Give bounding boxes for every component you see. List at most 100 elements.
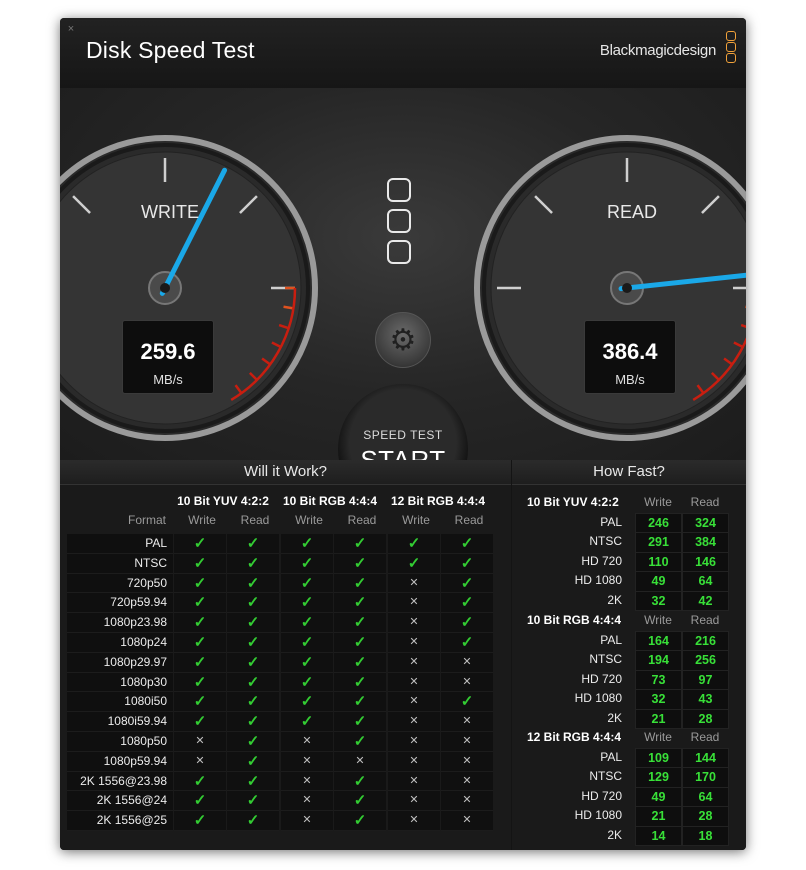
start-button-caption: SPEED TEST [363,428,443,442]
will-it-work-title: Will it Work? [60,460,511,485]
gear-icon[interactable]: ⚙ [375,312,431,368]
how-fast-column-header: Write [644,495,672,509]
ww-format-label: 2K 1556@25 [67,811,173,831]
blackmagic-logo-icon [726,31,738,64]
how-fast-format-label: NTSC [589,534,622,549]
checkmark-icon: ✓ [334,731,386,752]
how-fast-format-label: 2K [607,592,622,607]
ww-table-row: NTSC ✓ ✓ ✓ ✓ ✓ ✓ [67,553,494,574]
checkmark-icon: ✓ [334,811,386,831]
close-icon[interactable]: × [66,24,76,35]
how-fast-row: HD 720 110 146 [512,551,746,573]
cross-icon: ✕ [388,751,440,772]
checkmark-icon: ✓ [174,632,226,653]
how-fast-write-value: 164 [635,631,682,652]
how-fast-write-value: 14 [635,825,682,846]
checkmark-icon: ✓ [334,771,386,792]
write-speed-readout: 259.6 MB/s [122,320,214,394]
how-fast-group-name: 10 Bit RGB 4:4:4 [527,613,622,627]
how-fast-write-value: 21 [635,708,682,729]
cross-icon: ✕ [281,811,333,831]
ww-table-row: 1080i59.94 ✓ ✓ ✓ ✓ ✕ ✕ [67,712,494,732]
cross-icon: ✕ [281,751,333,772]
how-fast-write-value: 73 [635,669,682,691]
how-fast-row: HD 1080 21 28 [512,806,746,827]
checkmark-icon: ✓ [334,692,386,713]
how-fast-read-value: 42 [682,590,729,611]
cross-icon: ✕ [281,791,333,812]
checkmark-icon: ✓ [227,534,279,554]
how-fast-read-value: 324 [682,513,729,534]
checkmark-icon: ✓ [334,652,386,673]
how-fast-write-value: 109 [635,748,682,769]
checkmark-icon: ✓ [174,534,226,554]
ww-table-row: 2K 1556@24 ✓ ✓ ✕ ✓ ✕ ✕ [67,791,494,812]
how-fast-group-name: 10 Bit YUV 4:2:2 [527,495,619,509]
read-gauge [474,135,746,441]
cross-icon: ✕ [174,731,226,752]
how-fast-read-value: 144 [682,748,729,769]
how-fast-row: PAL 246 324 [512,513,746,534]
ww-column-header: Read [240,513,270,527]
ww-format-label: PAL [67,534,173,554]
ww-table-row: 1080p24 ✓ ✓ ✓ ✓ ✕ ✓ [67,632,494,653]
cross-icon: ✕ [441,751,493,772]
checkmark-icon: ✓ [227,811,279,831]
how-fast-column-header: Write [644,730,672,744]
cross-icon: ✕ [441,811,493,831]
checkmark-icon: ✓ [334,573,386,594]
how-fast-write-value: 21 [635,806,682,827]
read-speed-value: 386.4 [602,339,658,364]
read-speed-unit: MB/s [615,372,645,387]
how-fast-read-value: 64 [682,571,729,592]
ww-group-header: 10 Bit YUV 4:2:2 [177,494,269,508]
how-fast-panel: How Fast? 10 Bit YUV 4:2:2 Write Read PAL 24… [512,460,746,850]
how-fast-format-label: PAL [600,515,622,529]
stream-indicator-icon [387,178,415,271]
ww-table-row: 1080p30 ✓ ✓ ✓ ✓ ✕ ✕ [67,672,494,693]
app-title: Disk Speed Test [86,37,255,63]
cross-icon: ✕ [388,731,440,752]
how-fast-format-label: HD 1080 [574,691,622,706]
will-it-work-table: PAL ✓ ✓ ✓ ✓ ✓ ✓ NTSC ✓ ✓ ✓ ✓ ✓ ✓ 720p50 ✓ ✓ ✓ ✓ ✕ ✓ 720p59.94… [67,534,494,831]
ww-table-row: 1080i50 ✓ ✓ ✓ ✓ ✕ ✓ [67,692,494,713]
how-fast-format-label: HD 1080 [574,808,622,823]
checkmark-icon: ✓ [227,553,279,574]
how-fast-format-label: NTSC [589,652,622,667]
checkmark-icon: ✓ [441,632,493,653]
how-fast-format-label: 2K [607,827,622,842]
write-speed-unit: MB/s [153,372,183,387]
ww-column-header: Write [295,513,323,527]
how-fast-read-value: 97 [682,669,729,691]
cross-icon: ✕ [388,613,440,633]
gauge-redzone-tick [283,305,294,310]
how-fast-write-value: 110 [635,551,682,573]
ww-format-label: 1080p50 [67,731,173,752]
how-fast-group: 12 Bit RGB 4:4:4 Write Read PAL 109 144 NTSC 12… [512,728,746,846]
ww-column-header: Write [402,513,430,527]
how-fast-write-value: 129 [635,767,682,788]
how-fast-row: NTSC 291 384 [512,532,746,553]
ww-format-label: 720p59.94 [67,593,173,614]
how-fast-read-value: 28 [682,806,729,827]
how-fast-read-value: 43 [682,689,729,710]
how-fast-write-value: 194 [635,650,682,671]
read-gauge-label: READ [606,202,657,222]
checkmark-icon: ✓ [334,593,386,614]
cross-icon: ✕ [388,652,440,673]
ww-format-label: 1080p29.97 [67,652,173,673]
how-fast-read-value: 64 [682,786,729,808]
how-fast-write-value: 49 [635,786,682,808]
checkmark-icon: ✓ [174,573,226,594]
cross-icon: ✕ [388,712,440,732]
ww-table-row: 2K 1556@25 ✓ ✓ ✕ ✓ ✕ ✕ [67,811,494,831]
checkmark-icon: ✓ [281,712,333,732]
ww-group-header: 10 Bit RGB 4:4:4 [282,494,378,508]
checkmark-icon: ✓ [388,553,440,574]
how-fast-read-value: 256 [682,650,729,671]
how-fast-column-header: Write [644,613,672,627]
write-gauge [60,135,318,441]
how-fast-group-header: 12 Bit RGB 4:4:4 Write Read [512,728,746,748]
how-fast-group: 10 Bit RGB 4:4:4 Write Read PAL 164 216 NTSC 19… [512,611,746,729]
ww-column-header: Read [347,513,377,527]
